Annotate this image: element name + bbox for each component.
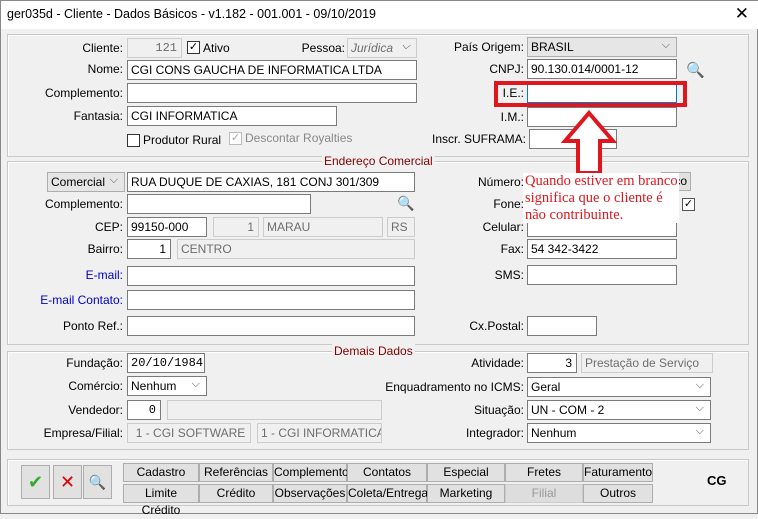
empresa-label: Empresa/Filial: [43,426,123,440]
sms-field[interactable] [527,265,677,285]
end-complemento-label: Complemento: [44,197,123,211]
up-arrow-annotation [561,109,617,175]
logradouro-field[interactable]: RUA DUQUE DE CAXIAS, 181 CONJ 301/309 [127,172,415,192]
descontar-royalties-label: Descontar Royalties [245,131,353,145]
tab-cadastro[interactable]: Cadastro [123,463,199,482]
produtor-rural-checkbox[interactable] [127,134,140,147]
annotation-note: Quando estiver em branco significa que o… [523,173,679,223]
situacao-label: Situação: [473,403,524,417]
tab-complementos[interactable]: Complementos [273,463,355,482]
cgi-logo: CG [707,473,727,488]
complemento-field[interactable] [127,83,417,103]
tab-especial[interactable]: Especial [427,463,505,482]
numero-label: Número: [477,175,524,189]
atividade-label: Atividade: [471,356,524,370]
ativo-label: Ativo [203,41,230,55]
cep-field[interactable]: 99150-000 [127,217,207,237]
pais-label: País Origem: [453,40,524,54]
ativo-checkbox[interactable]: ✓ [187,41,200,54]
empresa-field: 1 - CGI SOFTWARE [127,423,251,443]
tab-refer-ncias[interactable]: Referências [199,463,273,482]
im-label: I.M.: [500,110,524,124]
tab-limite-cr-dito[interactable]: Limite Crédito [123,484,199,517]
complemento-label: Complemento: [44,86,123,100]
bairro-codigo-field[interactable]: 1 [127,239,171,259]
fundacao-field[interactable]: 20/10/1984 [127,353,205,373]
tab-fretes[interactable]: Fretes [505,463,583,482]
sms-label: SMS: [494,268,524,282]
comercio-select[interactable]: Nenhum [127,376,207,396]
search-icon[interactable]: 🔍 [83,465,112,499]
cxpostal-label: Cx.Postal: [469,319,524,333]
uf-field: RS [387,217,415,237]
produtor-rural-label: Produtor Rural [143,133,222,147]
descontar-royalties-checkbox: ✓ [229,132,242,145]
cliente-field[interactable]: 121 [127,38,182,58]
pessoa-label: Pessoa: [301,41,345,55]
tab-cr-dito[interactable]: Crédito [199,484,273,503]
search-icon[interactable]: 🔍 [397,195,414,212]
tab-filial: Filial [505,484,583,503]
atividade-codigo-field[interactable]: 3 [527,353,577,373]
fantasia-field[interactable]: CGI INFORMATICA [127,106,337,126]
tab-coleta-entrega[interactable]: Coleta/Entrega [347,484,428,503]
close-icon[interactable]: ✕ [735,4,749,24]
integrador-label: Integrador: [465,426,524,440]
tab-contatos[interactable]: Contatos [347,463,427,482]
cxpostal-field[interactable] [527,316,597,336]
cep-label: CEP: [94,220,123,234]
atividade-field: Prestação de Serviço [581,353,713,373]
email-field[interactable] [127,266,415,286]
confirm-check-icon[interactable]: ✔ [21,465,50,499]
highlight-box [494,81,687,107]
window-title: ger035d - Cliente - Dados Básicos - v1.1… [7,7,376,21]
cliente-label: Cliente: [82,41,123,55]
nome-label: Nome: [87,62,123,76]
nome-field[interactable]: CGI CONS GAUCHA DE INFORMATICA LTDA [127,60,417,80]
pessoa-select[interactable]: Jurídica [347,38,417,58]
vendedor-label: Vendedor: [68,403,123,417]
title-bar: ger035d - Cliente - Dados Básicos - v1.1… [1,1,758,29]
filial-field: 1 - CGI INFORMATICA [257,423,382,443]
cancel-x-icon[interactable]: ✕ [53,465,82,499]
globe-search-icon[interactable]: 🔍 [686,61,705,79]
situacao-select[interactable]: UN - COM - 2 [527,400,711,420]
tipo-endereco-select[interactable]: Comercial [47,172,125,192]
tab-faturamento[interactable]: Faturamento [583,463,653,482]
icms-label: Enquadramento no ICMS: [385,380,524,394]
ponto-ref-field[interactable] [127,316,415,336]
email-label[interactable]: E-mail: [21,266,123,285]
bairro-label: Bairro: [87,242,123,256]
tab-marketing[interactable]: Marketing [427,484,505,503]
email-contato-field[interactable] [127,290,415,310]
integrador-select[interactable]: Nenhum [527,423,711,443]
end-complemento-field[interactable] [127,194,311,214]
cnpj-label: CNPJ: [489,62,524,76]
cnpj-field[interactable]: 90.130.014/0001-12 [527,59,677,79]
tab-outros[interactable]: Outros [583,484,653,503]
tab-observa-es[interactable]: Observações [273,484,347,503]
vendedor-field[interactable]: 0 [127,400,161,420]
fax-field[interactable]: 54 342-3422 [527,239,677,259]
endereco-title: Endereço Comercial [322,154,435,168]
cidade-codigo-field: 1 [213,217,259,237]
fundacao-label: Fundação: [66,356,123,370]
pais-select[interactable]: BRASIL [527,37,677,57]
vendedor-nome-field [167,400,382,420]
email-contato-label[interactable]: E-mail Contato: [21,291,123,310]
bairro-field: CENTRO [177,239,415,259]
celular-label: Celular: [482,220,524,234]
cidade-field: MARAU [263,217,383,237]
fone-label: Fone: [493,197,524,211]
icms-select[interactable]: Geral [527,377,711,397]
fax-label: Fax: [500,242,524,256]
ponto-ref-label: Ponto Ref.: [62,319,123,333]
comercio-label: Comércio: [68,379,123,393]
fantasia-label: Fantasia: [73,109,123,123]
suframa-label: Inscr. SUFRAMA: [431,132,526,146]
fone-checkbox[interactable]: ✓ [682,198,695,211]
